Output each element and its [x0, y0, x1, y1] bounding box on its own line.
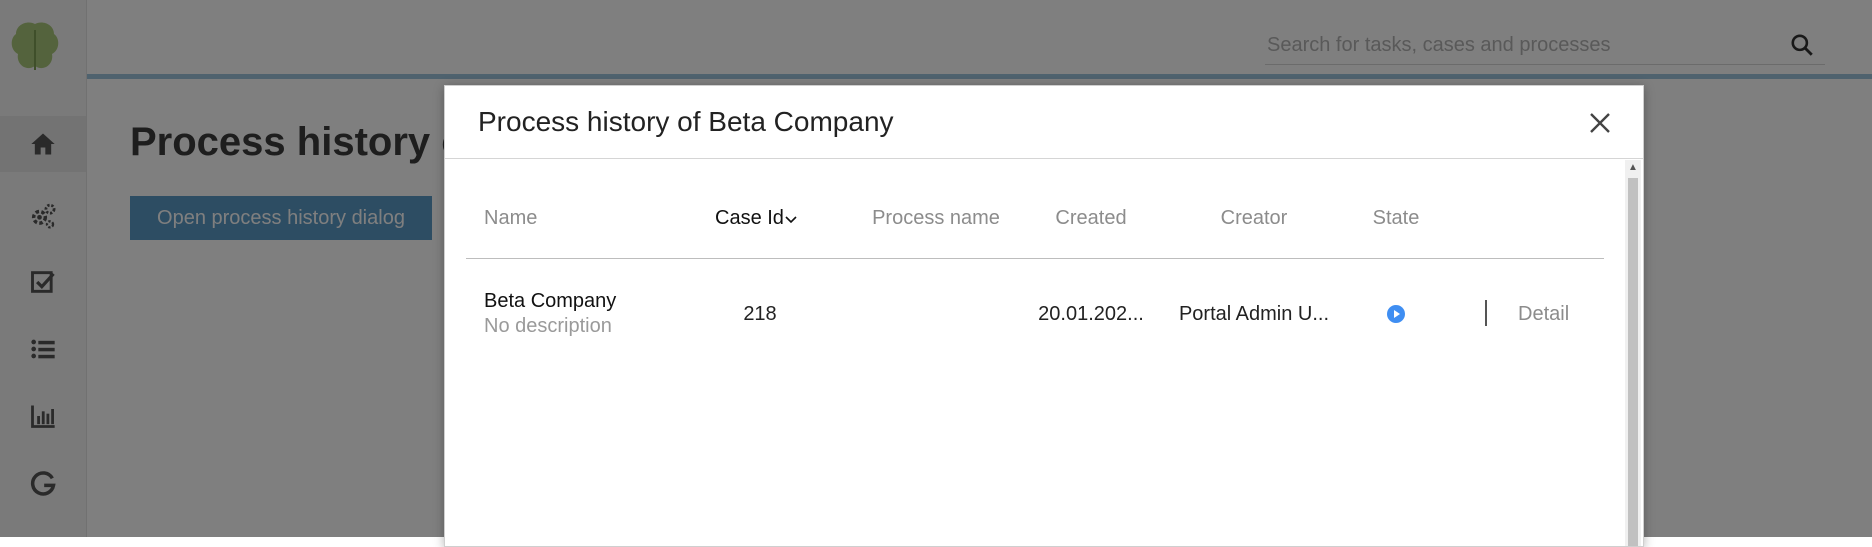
- process-name-cell: [856, 259, 1016, 369]
- dialog-header: Process history of Beta Company: [445, 86, 1643, 159]
- dialog-scrollbar[interactable]: ▲: [1625, 160, 1641, 546]
- column-header-creator[interactable]: Creator: [1179, 201, 1329, 258]
- column-header-process-name[interactable]: Process name: [856, 201, 1016, 258]
- action-divider: [1485, 300, 1487, 326]
- close-icon: [1590, 113, 1610, 133]
- column-header-created[interactable]: Created: [1031, 201, 1151, 258]
- column-header-state[interactable]: State: [1346, 201, 1446, 258]
- running-play-icon: [1387, 305, 1405, 323]
- case-id-cell: 218: [743, 302, 777, 325]
- close-dialog-button[interactable]: [1585, 108, 1615, 138]
- case-description: No description: [484, 315, 612, 337]
- creator-cell: Portal Admin U...: [1178, 302, 1330, 325]
- column-header-case-id-label: Case Id: [715, 207, 784, 229]
- detail-link[interactable]: Detail: [1518, 259, 1569, 369]
- process-history-dialog: Process history of Beta Company Name Cas…: [444, 85, 1644, 547]
- process-history-table: Name Case Id Process name Created Creato…: [466, 201, 1604, 369]
- column-header-name[interactable]: Name: [484, 201, 537, 258]
- table-header: Name Case Id Process name Created Creato…: [466, 201, 1604, 259]
- dialog-title: Process history of Beta Company: [478, 106, 894, 137]
- scroll-thumb[interactable]: [1628, 178, 1638, 546]
- column-header-case-id[interactable]: Case Id: [715, 201, 805, 258]
- state-cell: [1346, 259, 1446, 369]
- case-name: Beta Company: [484, 290, 617, 312]
- table-row[interactable]: Beta Company No description 218 20.01.20…: [466, 259, 1604, 369]
- case-name-cell: Beta Company No description: [484, 259, 704, 369]
- sort-descending-chevron-icon: [785, 216, 797, 224]
- created-cell: 20.01.202...: [1038, 302, 1144, 325]
- scroll-up-arrow-icon[interactable]: ▲: [1625, 160, 1641, 176]
